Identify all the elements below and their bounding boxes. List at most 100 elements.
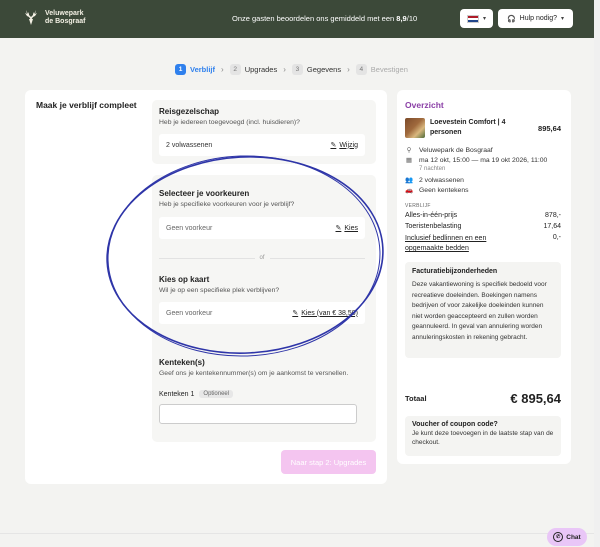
chat-label: Chat [566, 533, 581, 541]
preferences-value: Geen voorkeur [166, 224, 213, 232]
accommodation-price: 895,64 [538, 124, 561, 133]
brand-name-line2: de Bosgraaf [45, 18, 86, 25]
step-gegevens[interactable]: 3 Gegevens [291, 64, 342, 75]
stay-form-card: Maak je verblijf compleet Reisgezelschap… [25, 90, 387, 484]
preferences-subtitle: Heb je specifieke voorkeuren voor je ver… [159, 201, 295, 208]
map-subtitle: Wil je op een specifieke plek verblijven… [159, 287, 280, 294]
edit-party-link[interactable]: ✎ Wijzig [330, 141, 358, 150]
guests-line: 👥 2 volwassenen [405, 176, 464, 185]
whatsapp-icon: ✆ [553, 532, 564, 542]
party-value: 2 volwassenen [166, 141, 213, 149]
chevron-right-icon: › [347, 65, 350, 74]
next-step-button[interactable]: Naar stap 2: Upgrades [281, 450, 376, 474]
total-value: € 895,64 [510, 391, 561, 406]
step-number: 1 [175, 64, 186, 75]
price-line-value: 0,- [552, 234, 561, 241]
stay-dates: ma 12 okt, 15:00 — ma 19 okt 2026, 11:00 [419, 156, 548, 164]
edit-icon: ✎ [292, 310, 299, 317]
step-label: Bevestigen [370, 65, 408, 74]
park-line: ⚲ Veluwepark de Bosgraaf [405, 146, 493, 155]
price-line: Alles-in-één-prijs 878,- [405, 212, 561, 219]
price-line-label-link[interactable]: Inclusief bedlinnen en een opgemaakte be… [405, 234, 515, 254]
section-label: VERBLIJF [405, 203, 431, 209]
plate-input[interactable] [159, 404, 357, 424]
location-pin-icon: ⚲ [406, 147, 412, 154]
party-section: Reisgezelschap Heb je iedereen toegevoeg… [152, 100, 376, 164]
party-title: Reisgezelschap [159, 107, 220, 116]
plates-section: Kenteken(s) Geef ons je kentekennummer(s… [152, 350, 376, 442]
step-verblijf[interactable]: 1 Verblijf [175, 64, 215, 75]
edit-party-label: Wijzig [339, 141, 358, 149]
party-subtitle: Heb je iedereen toegevoegd (incl. huisdi… [159, 119, 300, 126]
park-name: Veluwepark de Bosgraaf [419, 146, 493, 154]
optional-badge: Optioneel [199, 390, 234, 398]
plate-field-label-row: Kenteken 1 Optioneel [159, 390, 234, 398]
plates-value: Geen kentekens [419, 186, 469, 194]
help-label: Hulp nodig? [519, 15, 558, 22]
overview-title: Overzicht [405, 100, 444, 110]
choose-preference-link[interactable]: ✎ Kies [335, 224, 359, 233]
help-button[interactable]: 🎧 Hulp nodig? ▾ [498, 9, 573, 28]
plates-line: 🚗 Geen kentekens [405, 186, 469, 195]
price-line-label: Toeristenbelasting [405, 223, 462, 230]
brand-name-line1: Veluwepark [45, 10, 84, 17]
rating-suffix: /10 [406, 14, 418, 23]
rating-text: Onze gasten beoordelen ons gemiddeld met… [232, 14, 395, 23]
headset-icon: 🎧 [506, 15, 516, 23]
step-label: Gegevens [306, 65, 342, 74]
choose-on-map-label: Kies (van € 38,50) [301, 309, 358, 317]
guest-rating: Onze gasten beoordelen ons gemiddeld met… [232, 14, 417, 23]
checkout-stepper: 1 Verblijf › 2 Upgrades › 3 Gegevens › 4… [175, 64, 408, 75]
dates-line: ▦ ma 12 okt, 15:00 — ma 19 okt 2026, 11:… [405, 156, 548, 165]
overview-card: Overzicht Loevestein Comfort | 4 persone… [397, 90, 571, 464]
brand-logo[interactable]: Veluwepark de Bosgraaf [22, 8, 85, 28]
page-title: Maak je verblijf compleet [36, 100, 137, 110]
car-icon: 🚗 [405, 187, 414, 194]
chevron-right-icon: › [283, 65, 286, 74]
price-line: Toeristenbelasting 17,64 [405, 223, 561, 230]
step-bevestigen: 4 Bevestigen [355, 64, 408, 75]
voucher-title: Voucher of coupon code? [412, 421, 498, 428]
or-separator: of [159, 255, 365, 261]
preferences-row: Geen voorkeur ✎ Kies [159, 217, 365, 239]
step-number: 3 [291, 64, 303, 75]
plates-subtitle: Geef ons je kentekennummer(s) om je aank… [159, 370, 349, 377]
or-label: of [259, 255, 265, 261]
footer-divider [0, 533, 594, 534]
language-selector[interactable]: ▾ [460, 9, 493, 28]
chevron-right-icon: › [221, 65, 224, 74]
total-label: Totaal [405, 394, 427, 403]
party-row: 2 volwassenen ✎ Wijzig [159, 134, 365, 156]
step-label: Verblijf [190, 65, 216, 74]
step-number: 2 [229, 64, 241, 75]
map-title: Kies op kaart [159, 275, 210, 284]
accommodation-thumbnail [405, 118, 425, 138]
deer-antlers-icon [25, 10, 37, 25]
invoice-title: Facturatiebijzonderheden [412, 268, 498, 275]
invoice-text: Deze vakantiewoning is specifiek bedoeld… [412, 281, 547, 341]
total-row: Totaal € 895,64 [405, 391, 561, 406]
plates-title: Kenteken(s) [159, 358, 205, 367]
chevron-down-icon: ▾ [561, 16, 565, 22]
accommodation-name: Loevestein Comfort | 4 personen [430, 119, 506, 136]
dutch-flag-icon [466, 14, 479, 23]
map-value: Geen voorkeur [166, 309, 213, 317]
scrollbar[interactable] [594, 0, 600, 547]
choose-on-map-link[interactable]: ✎ Kies (van € 38,50) [292, 309, 358, 318]
step-upgrades[interactable]: 2 Upgrades [229, 64, 278, 75]
edit-icon: ✎ [330, 142, 337, 149]
invoice-details-box: Facturatiebijzonderheden Deze vakantiewo… [405, 262, 561, 358]
step-number: 4 [355, 64, 367, 75]
plate-field-label: Kenteken 1 [159, 390, 195, 398]
step-label: Upgrades [244, 65, 278, 74]
guests-value: 2 volwassenen [419, 176, 464, 184]
top-bar: Veluwepark de Bosgraaf Onze gasten beoor… [0, 0, 600, 38]
voucher-box: Voucher of coupon code? Je kunt deze toe… [405, 416, 561, 456]
chat-button[interactable]: ✆ Chat [547, 528, 587, 546]
rating-value: 8,9 [396, 14, 407, 23]
price-line-value: 17,64 [543, 223, 561, 230]
price-line-label: Alles-in-één-prijs [405, 212, 458, 219]
edit-icon: ✎ [335, 225, 342, 232]
choose-preference-label: Kies [344, 224, 358, 232]
people-icon: 👥 [405, 177, 414, 184]
